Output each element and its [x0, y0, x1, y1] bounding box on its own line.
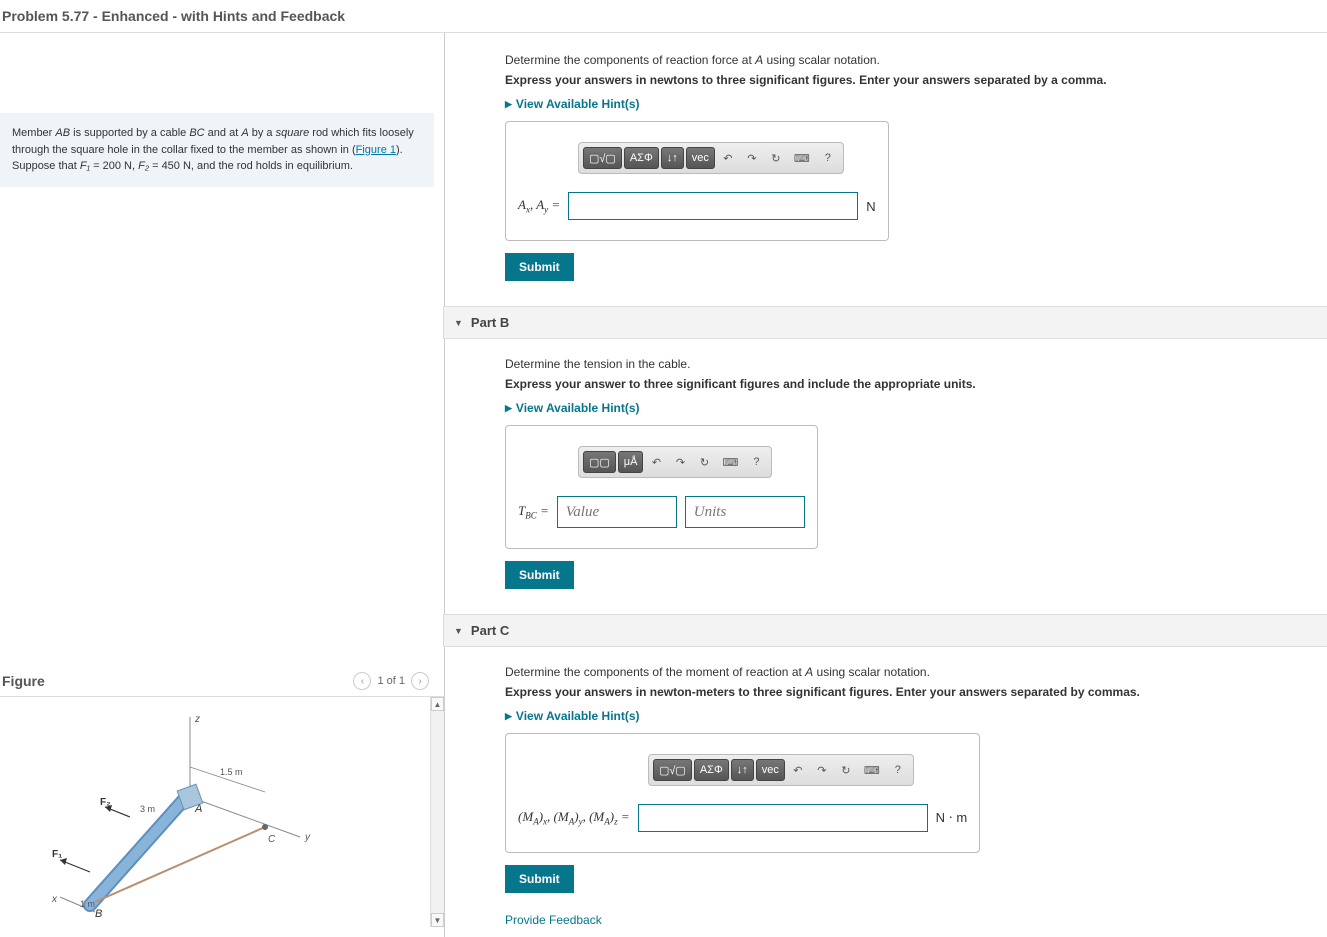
partc-hints-toggle[interactable]: View Available Hint(s): [505, 709, 1317, 723]
partb-toolbar: ▢▢ μÅ ↶ ↷ ↻ ⌨ ?: [578, 446, 772, 478]
help-button[interactable]: ?: [745, 451, 767, 473]
svg-text:B: B: [95, 908, 102, 917]
parta-format: Express your answers in newtons to three…: [505, 73, 1317, 87]
problem-statement: Member AB is supported by a cable BC and…: [0, 113, 434, 187]
parta-toolbar: ▢√▢ ΑΣΦ ↓↑ vec ↶ ↷ ↻ ⌨ ?: [578, 142, 844, 174]
greek-button[interactable]: ΑΣΦ: [624, 147, 659, 169]
templates-button[interactable]: ▢√▢: [653, 759, 692, 781]
reset-button[interactable]: ↻: [765, 147, 787, 169]
parta-unit: N: [866, 199, 875, 214]
partc-format: Express your answers in newton-meters to…: [505, 685, 1317, 699]
svg-text:A: A: [194, 803, 202, 815]
partb-answer-box: ▢▢ μÅ ↶ ↷ ↻ ⌨ ? TBC =: [505, 425, 818, 549]
parta-var-label: Ax, Ay =: [518, 197, 560, 215]
vec-button[interactable]: vec: [756, 759, 785, 781]
updown-button[interactable]: ↓↑: [731, 759, 754, 781]
scroll-down-icon[interactable]: ▼: [431, 913, 444, 927]
vec-button[interactable]: vec: [686, 147, 715, 169]
undo-button[interactable]: ↶: [645, 451, 667, 473]
partc-unit: N ⋅ m: [936, 810, 968, 826]
svg-text:C: C: [268, 834, 276, 845]
parta-submit-button[interactable]: Submit: [505, 253, 574, 281]
keyboard-button[interactable]: ⌨: [717, 451, 743, 473]
redo-button[interactable]: ↷: [741, 147, 763, 169]
redo-button[interactable]: ↷: [669, 451, 691, 473]
figure-scrollbar[interactable]: ▲ ▼: [430, 697, 444, 927]
svg-text:z: z: [194, 714, 200, 725]
partc-answer-input[interactable]: [638, 804, 928, 832]
templates-button[interactable]: ▢√▢: [583, 147, 622, 169]
updown-button[interactable]: ↓↑: [661, 147, 684, 169]
svg-text:x: x: [51, 894, 58, 905]
partc-answer-box: ▢√▢ ΑΣΦ ↓↑ vec ↶ ↷ ↻ ⌨ ? (MA)x, (MA)y, (…: [505, 733, 980, 853]
partb-units-input[interactable]: [685, 496, 805, 528]
partc-var-label: (MA)x, (MA)y, (MA)z =: [518, 809, 630, 827]
provide-feedback-link[interactable]: Provide Feedback: [505, 913, 1317, 927]
partc-header[interactable]: Part C: [443, 614, 1327, 647]
redo-button[interactable]: ↷: [811, 759, 833, 781]
svg-text:3 m: 3 m: [140, 804, 155, 814]
figure-panel: Figure ‹ 1 of 1 › z y x: [0, 666, 444, 927]
svg-text:F₁: F₁: [52, 849, 62, 860]
partb-var-label: TBC =: [518, 503, 549, 521]
partb-instruction: Determine the tension in the cable.: [505, 357, 1317, 371]
templates-button[interactable]: ▢▢: [583, 451, 616, 473]
svg-text:1 m: 1 m: [80, 899, 95, 909]
keyboard-button[interactable]: ⌨: [859, 759, 885, 781]
help-button[interactable]: ?: [817, 147, 839, 169]
svg-text:y: y: [304, 832, 311, 843]
figure-link[interactable]: Figure 1: [356, 144, 396, 156]
figure-next-button[interactable]: ›: [411, 672, 429, 690]
partb-hints-toggle[interactable]: View Available Hint(s): [505, 401, 1317, 415]
main-content: Determine the components of reaction for…: [445, 33, 1327, 937]
partb-submit-button[interactable]: Submit: [505, 561, 574, 589]
reset-button[interactable]: ↻: [835, 759, 857, 781]
svg-text:1.5 m: 1.5 m: [220, 767, 243, 777]
greek-button[interactable]: ΑΣΦ: [694, 759, 729, 781]
partc-submit-button[interactable]: Submit: [505, 865, 574, 893]
partb-value-input[interactable]: [557, 496, 677, 528]
keyboard-button[interactable]: ⌨: [789, 147, 815, 169]
figure-count: 1 of 1: [377, 675, 405, 687]
figure-title: Figure: [2, 673, 45, 689]
partc-toolbar: ▢√▢ ΑΣΦ ↓↑ vec ↶ ↷ ↻ ⌨ ?: [648, 754, 914, 786]
parta-hints-toggle[interactable]: View Available Hint(s): [505, 97, 1317, 111]
figure-prev-button[interactable]: ‹: [353, 672, 371, 690]
undo-button[interactable]: ↶: [717, 147, 739, 169]
parta-answer-box: ▢√▢ ΑΣΦ ↓↑ vec ↶ ↷ ↻ ⌨ ? Ax, Ay = N: [505, 121, 889, 241]
svg-text:F₂: F₂: [100, 797, 111, 808]
page-title: Problem 5.77 - Enhanced - with Hints and…: [0, 0, 1327, 33]
help-button[interactable]: ?: [887, 759, 909, 781]
parta-answer-input[interactable]: [568, 192, 858, 220]
undo-button[interactable]: ↶: [787, 759, 809, 781]
reset-button[interactable]: ↻: [693, 451, 715, 473]
parta-instruction: Determine the components of reaction for…: [505, 53, 1317, 67]
partc-instruction: Determine the components of the moment o…: [505, 665, 1317, 679]
left-panel: Member AB is supported by a cable BC and…: [0, 33, 445, 937]
mu-button[interactable]: μÅ: [618, 451, 644, 473]
figure-image: z y x A B C 1.5 m: [0, 697, 430, 927]
scroll-up-icon[interactable]: ▲: [431, 697, 444, 711]
partb-format: Express your answer to three significant…: [505, 377, 1317, 391]
partb-header[interactable]: Part B: [443, 306, 1327, 339]
